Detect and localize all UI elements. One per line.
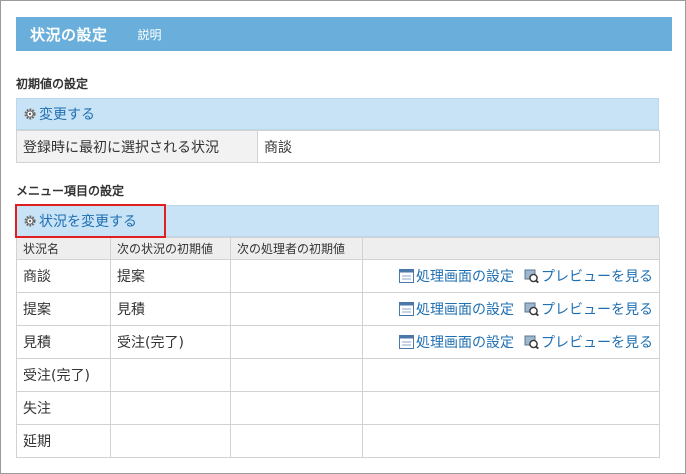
change-initial-link[interactable]: 変更する [39,104,95,124]
next-assignee-cell [230,325,363,359]
next-assignee-cell [230,358,363,392]
table-row: 受注(完了) [16,358,660,392]
preview-label: プレビューを見る [541,269,653,285]
table-row: 提案 見積 処理画面の設定 プレビューを見る [16,292,660,326]
status-table: 状況名 次の状況の初期値 次の処理者の初期値 商談 提案 処理画面の設定 プレビ… [16,237,660,458]
screen-settings-link[interactable]: 処理画面の設定 [399,299,514,319]
change-status-link[interactable]: 状況を変更する [39,211,137,231]
status-name-cell: 見積 [16,325,111,359]
next-status-cell [110,391,231,425]
next-assignee-cell [230,424,363,458]
page-title: 状況の設定 [30,25,108,44]
column-header-next-status: 次の状況の初期値 [110,237,231,260]
next-assignee-cell [230,391,363,425]
status-name-cell: 失注 [16,391,111,425]
status-name-cell: 提案 [16,292,111,326]
preview-icon [524,269,539,283]
actions-cell [362,424,660,458]
window-icon [399,335,414,349]
next-status-cell: 受注(完了) [110,325,231,359]
screen-settings-link[interactable]: 処理画面の設定 [399,332,514,352]
actions-cell: 処理画面の設定 プレビューを見る [362,292,660,326]
status-name-cell: 商談 [16,259,111,293]
preview-link[interactable]: プレビューを見る [524,266,653,286]
gear-icon [24,108,36,120]
next-assignee-cell [230,292,363,326]
preview-label: プレビューを見る [541,302,653,318]
preview-icon [524,302,539,316]
window-icon [399,302,414,316]
preview-label: プレビューを見る [541,335,653,351]
initial-table: 登録時に最初に選択される状況 商談 [16,130,660,163]
column-header-status-name: 状況名 [16,237,111,260]
table-row: 商談 提案 処理画面の設定 プレビューを見る [16,259,660,293]
page-header: 状況の設定 説明 [16,17,672,51]
initial-action-bar: 変更する [16,98,659,130]
table-row: 見積 受注(完了) 処理画面の設定 プレビューを見る [16,325,660,359]
window-icon [399,269,414,283]
column-header-actions [362,237,660,260]
status-name-cell: 延期 [16,424,111,458]
column-header-next-assignee: 次の処理者の初期値 [230,237,363,260]
gear-icon [24,215,36,227]
screen-settings-label: 処理画面の設定 [416,335,514,351]
next-status-cell: 提案 [110,259,231,293]
next-status-cell: 見積 [110,292,231,326]
preview-link[interactable]: プレビューを見る [524,332,653,352]
next-status-cell [110,424,231,458]
table-row: 登録時に最初に選択される状況 商談 [16,130,660,163]
table-row: 延期 [16,424,660,458]
table-header-row: 状況名 次の状況の初期値 次の処理者の初期値 [16,237,660,260]
status-name-cell: 受注(完了) [16,358,111,392]
next-status-cell [110,358,231,392]
screen-settings-label: 処理画面の設定 [416,302,514,318]
page-frame: 状況の設定 説明 初期値の設定 変更する 登録時に最初に選択される状況 商談 メ… [0,0,686,474]
actions-cell: 処理画面の設定 プレビューを見る [362,325,660,359]
screen-settings-label: 処理画面の設定 [416,269,514,285]
initial-status-label: 登録時に最初に選択される状況 [16,130,258,163]
table-row: 失注 [16,391,660,425]
actions-cell [362,358,660,392]
actions-cell [362,391,660,425]
actions-cell: 処理画面の設定 プレビューを見る [362,259,660,293]
help-link[interactable]: 説明 [138,26,162,43]
next-assignee-cell [230,259,363,293]
menu-action-bar: 状況を変更する [16,205,659,237]
initial-section-label: 初期値の設定 [16,77,89,91]
preview-icon [524,335,539,349]
initial-status-value: 商談 [257,130,660,163]
menu-section-label: メニュー項目の設定 [16,184,125,198]
screen-settings-link[interactable]: 処理画面の設定 [399,266,514,286]
preview-link[interactable]: プレビューを見る [524,299,653,319]
